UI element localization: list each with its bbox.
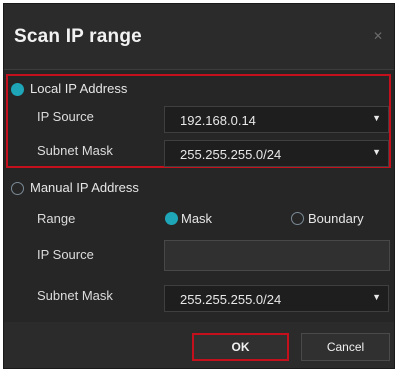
chevron-down-icon: ▼ [372,113,381,123]
manual-subnet-mask-value: 255.255.255.0/24 [180,292,282,307]
dialog-body: Local IP Address IP Source 192.168.0.14 … [4,70,394,322]
local-subnet-mask-value: 255.255.255.0/24 [180,147,282,162]
scan-ip-range-dialog: Scan IP range ✕ Local IP Address IP Sour… [3,3,395,369]
manual-ip-source-label: IP Source [37,247,94,262]
dialog-title: Scan IP range [14,26,142,47]
local-ip-source-value: 192.168.0.14 [180,113,256,128]
local-subnet-mask-select[interactable]: 255.255.255.0/24 ▼ [164,140,389,167]
range-boundary-label: Boundary [308,211,364,226]
chevron-down-icon: ▼ [372,292,381,302]
manual-subnet-mask-select[interactable]: 255.255.255.0/24 ▼ [164,285,389,312]
local-ip-source-select[interactable]: 192.168.0.14 ▼ [164,106,389,133]
chevron-down-icon: ▼ [372,147,381,157]
ok-button[interactable]: OK [192,333,289,361]
manual-ip-radio[interactable] [11,182,24,195]
manual-subnet-mask-label: Subnet Mask [37,288,113,303]
dialog-footer: OK Cancel [4,322,394,368]
local-ip-source-label: IP Source [37,109,94,124]
local-ip-label: Local IP Address [30,81,128,96]
manual-ip-label: Manual IP Address [30,180,139,195]
range-mask-label: Mask [181,211,213,226]
cancel-button[interactable]: Cancel [301,333,390,361]
dialog-titlebar: Scan IP range ✕ [4,4,394,69]
range-label: Range [37,211,76,226]
range-mask-radio[interactable] [165,212,178,225]
range-boundary-radio[interactable] [291,212,304,225]
local-ip-radio[interactable] [11,83,24,96]
manual-ip-source-input[interactable] [164,240,390,271]
close-icon[interactable]: ✕ [372,30,384,42]
local-subnet-mask-label: Subnet Mask [37,143,113,158]
